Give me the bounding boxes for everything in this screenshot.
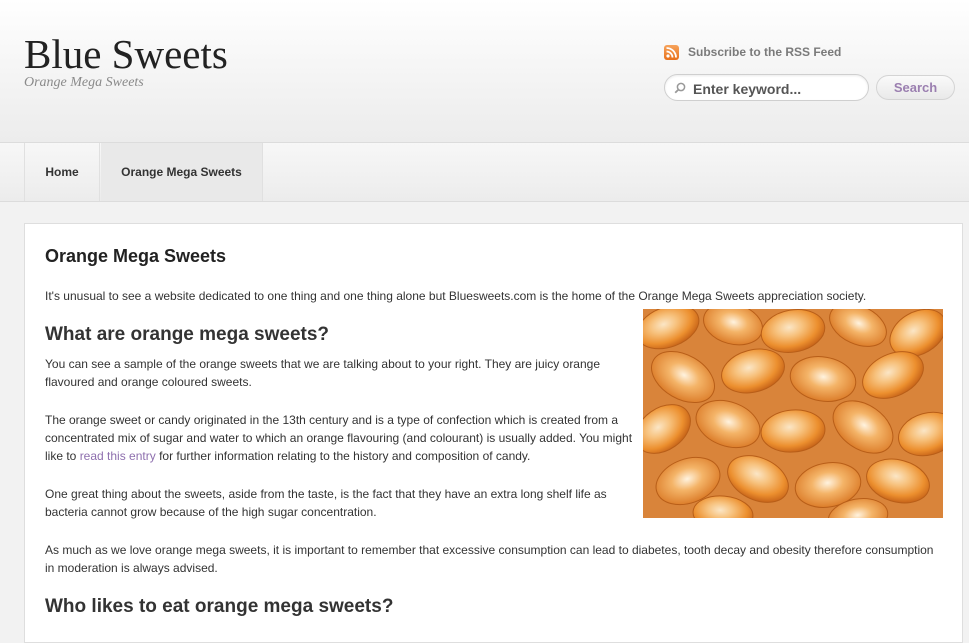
main-nav: Home Orange Mega Sweets bbox=[0, 143, 969, 202]
paragraph-history-tail: for further information relating to the … bbox=[155, 449, 531, 463]
rss-link[interactable]: Subscribe to the RSS Feed bbox=[664, 44, 841, 60]
nav-item-home[interactable]: Home bbox=[24, 143, 100, 201]
main-content: Orange Mega Sweets It's unusual to see a… bbox=[24, 223, 963, 643]
read-this-entry-link[interactable]: read this entry bbox=[80, 449, 156, 463]
search-input[interactable] bbox=[691, 78, 865, 99]
rss-label[interactable]: Subscribe to the RSS Feed bbox=[688, 45, 841, 59]
site-header: Blue Sweets Orange Mega Sweets Subscribe… bbox=[0, 0, 969, 143]
nav-item-orange-mega-sweets[interactable]: Orange Mega Sweets bbox=[101, 143, 263, 201]
search-button[interactable]: Search bbox=[876, 75, 955, 100]
paragraph-moderation: As much as we love orange mega sweets, i… bbox=[45, 543, 934, 575]
site-tagline: Orange Mega Sweets bbox=[24, 75, 144, 90]
section-heading-who: Who likes to eat orange mega sweets? bbox=[45, 596, 394, 617]
paragraph-shelf-life: One great thing about the sweets, aside … bbox=[45, 487, 607, 519]
section-heading-what: What are orange mega sweets? bbox=[45, 324, 330, 345]
search-field[interactable] bbox=[664, 74, 869, 101]
orange-sweets-photo bbox=[643, 309, 943, 518]
paragraph-history: The orange sweet or candy originated in … bbox=[45, 411, 635, 465]
site-title[interactable]: Blue Sweets bbox=[24, 30, 228, 78]
paragraph-sample: You can see a sample of the orange sweet… bbox=[45, 357, 601, 389]
entry-title: Orange Mega Sweets bbox=[45, 246, 227, 266]
search-icon bbox=[674, 82, 686, 94]
intro-paragraph: It's unusual to see a website dedicated … bbox=[45, 289, 867, 303]
rss-feed-icon[interactable] bbox=[664, 44, 679, 60]
